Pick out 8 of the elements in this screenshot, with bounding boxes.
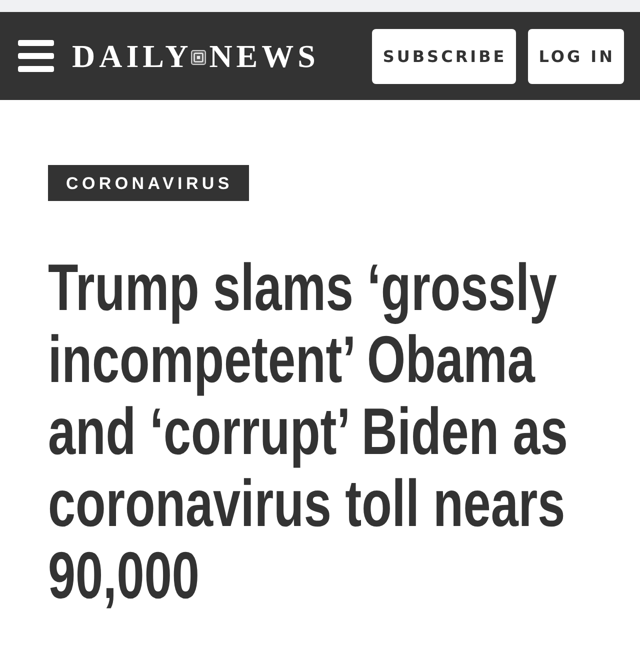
section-tag[interactable]: CORONAVIRUS xyxy=(48,165,249,201)
logo-text[interactable]: DAILY xyxy=(72,40,192,72)
header-button[interactable]: SUBSCRIBE xyxy=(372,28,516,84)
logo-text[interactable]: NEWS xyxy=(209,40,320,72)
header-button[interactable]: LOG IN xyxy=(528,28,624,84)
menu-icon[interactable] xyxy=(18,40,54,72)
headline: Trump slams ‘grossly incompetent’ Obama and ‘corrupt’ Biden as coronavirus toll nears 90,000 xyxy=(48,251,569,611)
logo-icon xyxy=(191,50,206,64)
